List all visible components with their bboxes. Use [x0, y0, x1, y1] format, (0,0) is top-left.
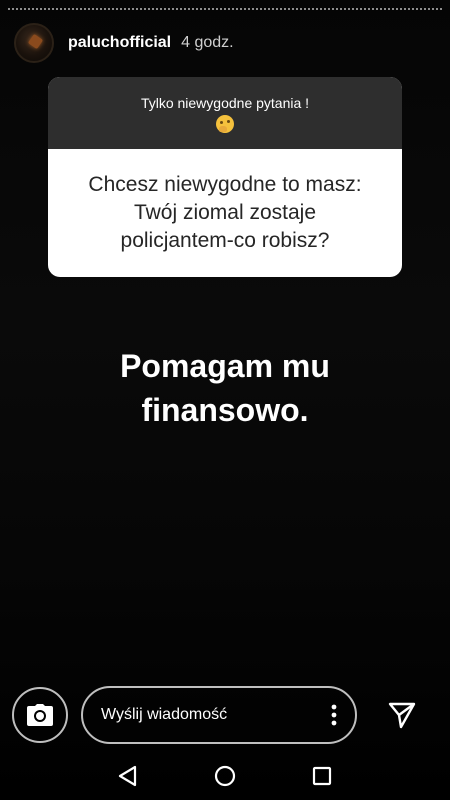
story-timestamp: 4 godz.: [181, 34, 234, 51]
thinking-face-icon: [216, 115, 234, 133]
home-button[interactable]: [212, 763, 238, 789]
message-input[interactable]: Wyślij wiadomość: [81, 686, 357, 744]
story-screen: paluchofficial 4 godz. Tylko niewygodne …: [0, 0, 450, 800]
story-progress-bar: [8, 8, 442, 10]
recents-square-icon: [312, 766, 331, 786]
android-navigation-bar: [0, 752, 450, 800]
back-button[interactable]: [115, 763, 141, 789]
question-sticker: Tylko niewygodne pytania ! Chcesz niewyg…: [48, 77, 402, 277]
home-circle-icon: [214, 765, 236, 787]
question-sticker-header: Tylko niewygodne pytania !: [48, 77, 402, 149]
username[interactable]: paluchofficial: [68, 34, 171, 52]
send-button[interactable]: [387, 700, 417, 730]
question-text: Chcesz niewygodne to masz: Twój ziomal z…: [88, 173, 362, 252]
question-prompt: Tylko niewygodne pytania !: [140, 95, 310, 111]
story-header: paluchofficial 4 godz.: [14, 22, 436, 64]
reply-bar: Wyślij wiadomość: [12, 686, 438, 744]
more-vertical-icon[interactable]: [331, 704, 337, 726]
send-icon: [388, 702, 416, 729]
message-placeholder: Wyślij wiadomość: [101, 706, 228, 723]
back-triangle-icon: [119, 765, 137, 787]
avatar[interactable]: [14, 23, 54, 63]
answer-text: Pomagam mu finansowo.: [120, 348, 330, 428]
question-sticker-body: Chcesz niewygodne to masz: Twój ziomal z…: [48, 149, 402, 277]
camera-icon: [27, 704, 53, 726]
camera-button[interactable]: [12, 687, 68, 743]
recents-button[interactable]: [309, 763, 335, 789]
